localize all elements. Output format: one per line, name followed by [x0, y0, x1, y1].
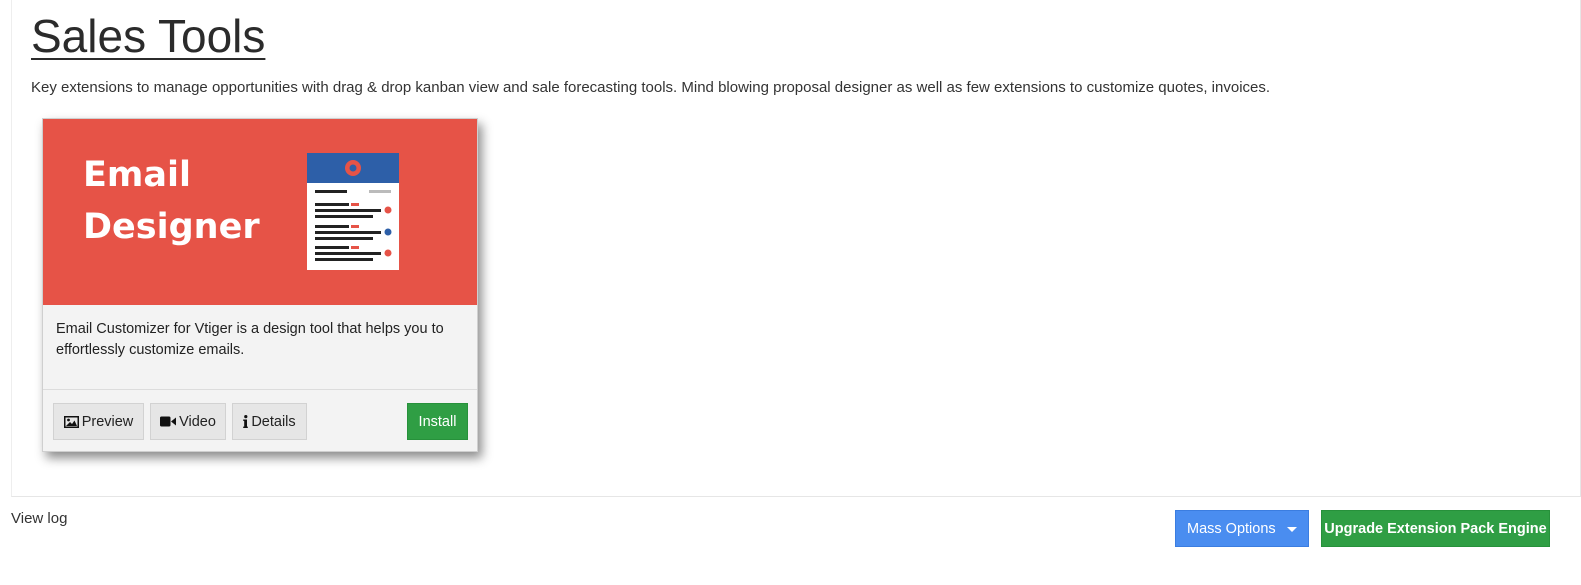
details-button[interactable]: Details [232, 403, 307, 440]
image-icon [63, 415, 79, 428]
view-log-link[interactable]: View log [11, 510, 67, 527]
video-camera-icon [160, 416, 177, 427]
install-button[interactable]: Install [407, 403, 468, 440]
preview-label: Preview [81, 413, 134, 430]
mass-options-button[interactable]: Mass Options [1175, 510, 1309, 547]
mass-options-label: Mass Options [1187, 520, 1276, 537]
info-icon [243, 415, 249, 428]
email-document-icon [307, 153, 399, 270]
page-title: Sales Tools [31, 10, 266, 62]
banner-title-line2: Designer [83, 207, 260, 247]
video-button[interactable]: Video [150, 403, 226, 440]
details-label: Details [251, 413, 296, 430]
banner-title-line1: Email [83, 155, 191, 195]
extension-card: Email Designer Email Customizer for Vtig… [42, 118, 478, 452]
caret-down-icon [1287, 527, 1297, 532]
preview-button[interactable]: Preview [53, 403, 144, 440]
video-label: Video [179, 413, 216, 430]
page-description: Key extensions to manage opportunities w… [31, 79, 1271, 96]
card-banner: Email Designer [43, 119, 477, 305]
banner-title: Email Designer [83, 149, 283, 253]
card-description: Email Customizer for Vtiger is a design … [56, 321, 444, 358]
upgrade-extension-pack-button[interactable]: Upgrade Extension Pack Engine [1321, 510, 1550, 547]
card-divider [43, 389, 477, 390]
